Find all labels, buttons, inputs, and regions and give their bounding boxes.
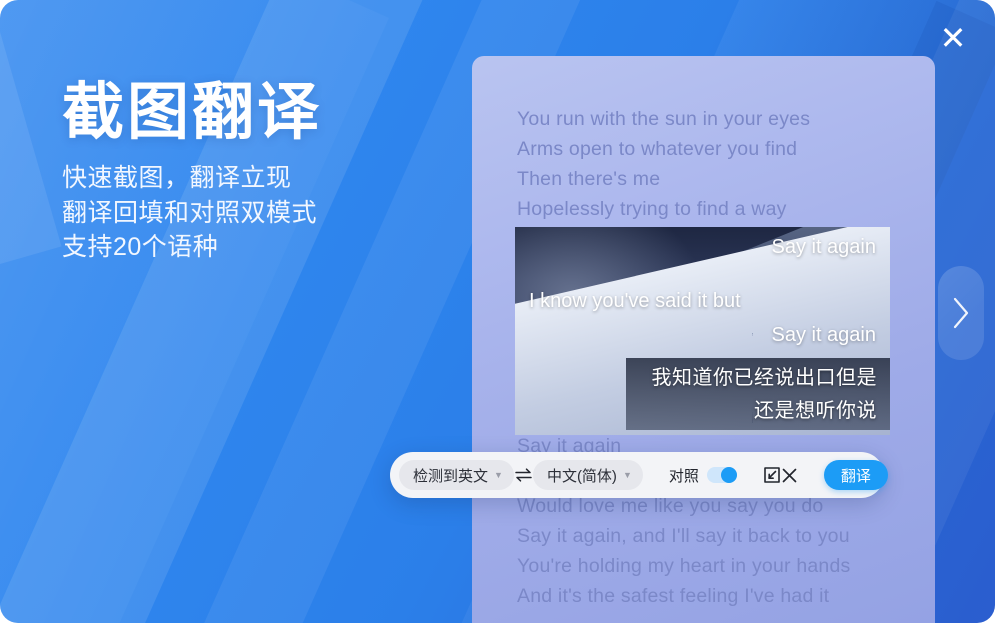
promo-subtitle-list: 快速截图，翻译立现 翻译回填和对照双模式 支持20个语种 [62, 161, 462, 265]
swap-arrows-icon [514, 468, 533, 482]
promo-section: 截图翻译 快速截图，翻译立现 翻译回填和对照双模式 支持20个语种 [62, 78, 462, 265]
target-language-selector[interactable]: 中文(简体) ▼ [533, 460, 643, 490]
promo-subtitle-line: 快速截图，翻译立现 [62, 161, 462, 196]
captured-image: Say it again I know you've said it but S… [515, 227, 890, 435]
chevron-right-icon [951, 296, 971, 330]
background-streak [0, 0, 61, 337]
next-slide-button[interactable] [938, 266, 984, 360]
image-text-line: I know you've said it but [529, 287, 741, 315]
page-title: 截图翻译 [62, 78, 462, 147]
close-toolbar-button[interactable] [781, 460, 798, 490]
image-text-line: Say it again [771, 233, 876, 261]
translate-button-label: 翻译 [841, 465, 871, 486]
lyric-line: Then there's me [517, 164, 810, 194]
translate-button[interactable]: 翻译 [824, 460, 888, 490]
chevron-down-icon: ▼ [494, 471, 503, 480]
promo-subtitle-line: 支持20个语种 [62, 230, 462, 265]
contrast-mode-label: 对照 [669, 465, 699, 486]
lyrics-block-top: You run with the sun in your eyes Arms o… [517, 104, 810, 224]
target-language-label: 中文(简体) [547, 465, 617, 486]
swap-languages-button[interactable] [514, 460, 533, 490]
translation-overlay: 我知道你已经说出口但是 还是想听你说 [626, 358, 890, 430]
lyric-line: Say it again, and I'll say it back to yo… [517, 521, 850, 551]
close-window-button[interactable]: ✕ [931, 16, 975, 60]
app-window: 截图翻译 快速截图，翻译立现 翻译回填和对照双模式 支持20个语种 ✕ You … [0, 0, 995, 623]
source-language-selector[interactable]: 检测到英文 ▼ [399, 460, 514, 490]
lyric-line: And it's the safest feeling I've had it [517, 581, 850, 611]
translation-line: 还是想听你说 [626, 395, 877, 428]
translate-toolbar: 检测到英文 ▼ 中文(简体) ▼ 对照 [390, 452, 884, 498]
lyric-line: You run with the sun in your eyes [517, 104, 810, 134]
screenshot-preview-panel: You run with the sun in your eyes Arms o… [472, 56, 935, 623]
contrast-mode-toggle[interactable]: 对照 [669, 465, 737, 486]
chevron-down-icon: ▼ [623, 471, 632, 480]
close-icon: ✕ [940, 22, 967, 54]
lyric-line: Arms open to whatever you find [517, 134, 810, 164]
lyric-line: You're holding my heart in your hands [517, 551, 850, 581]
expand-arrow-box-icon [763, 466, 781, 484]
reselect-area-button[interactable] [763, 460, 781, 490]
promo-subtitle-line: 翻译回填和对照双模式 [62, 196, 462, 231]
source-language-label: 检测到英文 [413, 465, 488, 486]
translation-line: 我知道你已经说出口但是 [626, 362, 877, 395]
close-icon [781, 467, 798, 484]
toggle-switch[interactable] [707, 467, 737, 483]
image-text-line: Say it again [771, 321, 876, 349]
lyric-line: Hopelessly trying to find a way [517, 194, 810, 224]
